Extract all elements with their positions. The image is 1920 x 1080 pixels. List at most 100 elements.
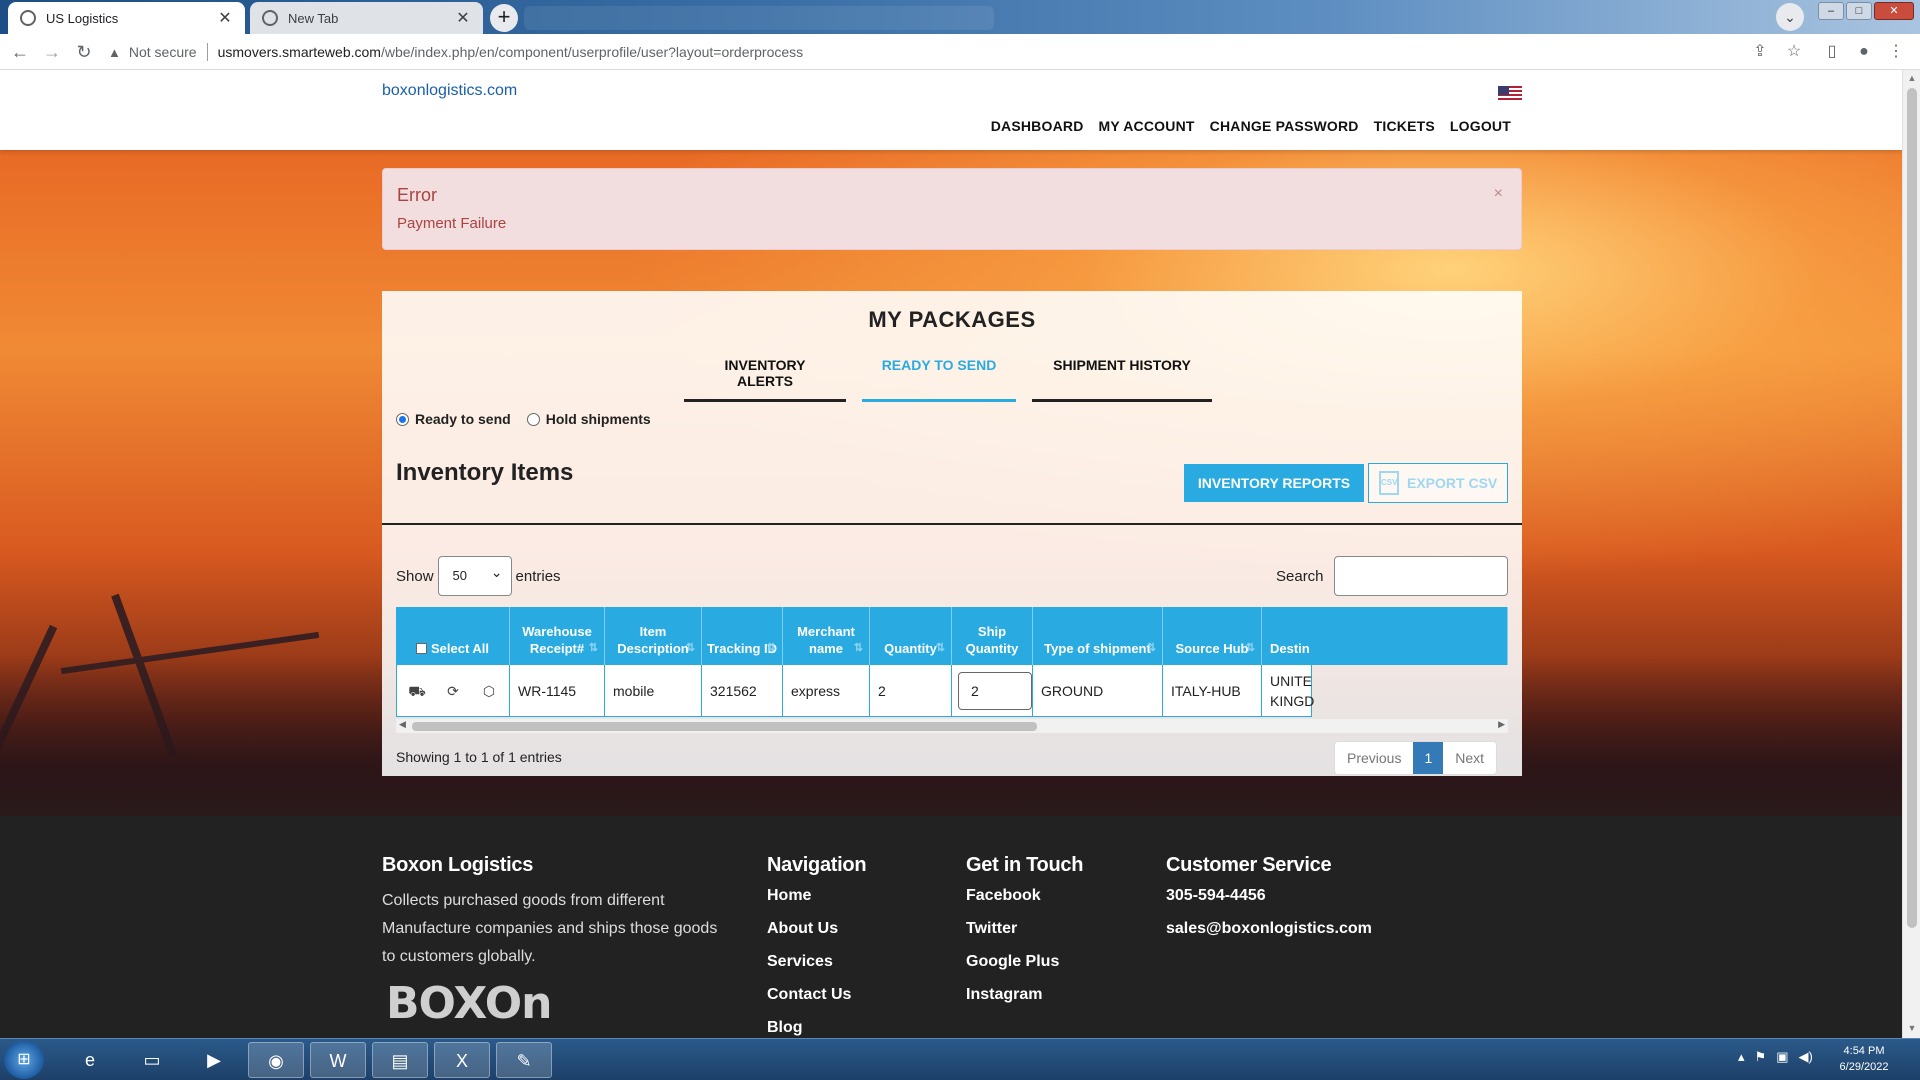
column-item-description[interactable]: Item Description ⇅ <box>605 607 702 665</box>
network-icon[interactable]: ▣ <box>1776 1049 1788 1065</box>
column-destination[interactable]: Destin <box>1262 607 1508 665</box>
globe-icon <box>20 10 36 26</box>
scrollbar-thumb[interactable] <box>412 722 1037 731</box>
scroll-left-icon[interactable]: ◀ <box>399 719 406 730</box>
side-panel-icon[interactable]: ▯ <box>1820 40 1844 64</box>
column-label: Source Hub <box>1175 641 1249 656</box>
tab-ready-to-send[interactable]: READY TO SEND <box>862 353 1016 402</box>
volume-icon[interactable]: ◀) <box>1798 1049 1812 1065</box>
menu-icon[interactable]: ⋮ <box>1884 40 1908 64</box>
radio-button[interactable] <box>526 412 540 426</box>
start-button[interactable]: ⊞ <box>4 1041 44 1079</box>
paint-icon[interactable]: ✎ <box>496 1042 552 1078</box>
nav-logout[interactable]: LOGOUT <box>1450 118 1511 134</box>
reload-icon[interactable]: ↻ <box>72 40 96 64</box>
share-icon[interactable]: ⇪ <box>1748 40 1772 64</box>
minimize-button[interactable]: – <box>1818 2 1844 20</box>
media-player-icon[interactable]: ▶ <box>186 1042 242 1078</box>
folder-icon[interactable]: ▭ <box>124 1042 180 1078</box>
footer-brand: Boxon Logistics Collects purchased goods… <box>382 854 722 971</box>
cell-destination: UNITE KINGD <box>1262 665 1314 717</box>
column-warehouse-receipt[interactable]: Warehouse Receipt# ⇅ <box>510 607 605 665</box>
back-arrow-icon[interactable]: ← <box>8 40 32 64</box>
star-icon[interactable]: ☆ <box>1782 40 1806 64</box>
inventory-reports-button[interactable]: INVENTORY REPORTS <box>1184 464 1364 502</box>
radio-hold-shipments[interactable]: Hold shipments <box>526 411 651 427</box>
truck-icon[interactable]: ⛟ <box>406 681 428 701</box>
footer-link-blog[interactable]: Blog <box>767 1019 866 1038</box>
column-ship-quantity[interactable]: Ship Quantity <box>952 607 1033 665</box>
us-flag-icon[interactable] <box>1498 86 1522 102</box>
scroll-up-icon[interactable]: ▲ <box>1906 73 1918 85</box>
page-1-button[interactable]: 1 <box>1413 742 1444 774</box>
footer-link-about[interactable]: About Us <box>767 920 866 953</box>
internet-explorer-icon[interactable]: e <box>62 1042 118 1078</box>
action-center-icon[interactable]: ⚑ <box>1755 1049 1767 1065</box>
footer-phone[interactable]: 305-594-4456 <box>1166 887 1372 920</box>
chrome-icon[interactable]: ◉ <box>248 1042 304 1078</box>
horizontal-scrollbar[interactable]: ◀ ▶ <box>396 719 1508 733</box>
notepad-icon[interactable]: ▤ <box>372 1042 428 1078</box>
scroll-down-icon[interactable]: ▼ <box>1906 1023 1918 1035</box>
column-type-of-shipment[interactable]: Type of shipment ⇅ <box>1033 607 1163 665</box>
footer-link-contact[interactable]: Contact Us <box>767 986 866 1019</box>
column-tracking-id[interactable]: Tracking ID ⇅ <box>702 607 783 665</box>
url-field[interactable]: ▲ Not secure usmovers.smarteweb.com/wbe/… <box>108 38 1778 66</box>
footer-link-instagram[interactable]: Instagram <box>966 986 1083 1019</box>
radio-button-checked[interactable] <box>396 412 409 426</box>
footer-link-home[interactable]: Home <box>767 887 866 920</box>
clock-date: 6/29/2022 <box>1839 1061 1889 1073</box>
word-icon[interactable]: W <box>310 1042 366 1078</box>
close-icon[interactable]: ✕ <box>455 8 471 28</box>
site-logo[interactable]: boxonlogistics.com <box>382 82 517 100</box>
forward-arrow-icon[interactable]: → <box>40 40 64 64</box>
footer-link-twitter[interactable]: Twitter <box>966 920 1083 953</box>
export-csv-button[interactable]: CSV EXPORT CSV <box>1368 463 1508 503</box>
refresh-box-icon[interactable]: ⟳ <box>442 681 464 701</box>
top-navigation: DASHBOARD MY ACCOUNT CHANGE PASSWORD TIC… <box>991 118 1511 134</box>
package-icon[interactable]: ⬡ <box>478 681 500 701</box>
maximize-button[interactable]: □ <box>1846 2 1872 20</box>
search-input[interactable] <box>1333 556 1508 596</box>
nav-dashboard[interactable]: DASHBOARD <box>991 118 1084 134</box>
tab-shipment-history[interactable]: SHIPMENT HISTORY <box>1032 353 1212 402</box>
entries-select[interactable]: 50 <box>437 553 512 596</box>
footer-link-facebook[interactable]: Facebook <box>966 887 1083 920</box>
taskbar-clock[interactable]: 4:54 PM 6/29/2022 <box>1834 1043 1894 1075</box>
column-quantity[interactable]: Quantity ⇅ <box>870 607 952 665</box>
profile-icon[interactable]: ● <box>1852 40 1876 64</box>
footer-email[interactable]: sales@boxonlogistics.com <box>1166 920 1372 953</box>
scroll-right-icon[interactable]: ▶ <box>1498 719 1505 730</box>
new-tab-button[interactable]: + <box>490 4 518 32</box>
footer-link-google-plus[interactable]: Google Plus <box>966 953 1083 986</box>
nav-change-password[interactable]: CHANGE PASSWORD <box>1210 118 1359 134</box>
column-select-all[interactable]: Select All <box>396 607 510 665</box>
tab-search-icon[interactable]: ⌄ <box>1776 3 1804 31</box>
footer-link-services[interactable]: Services <box>767 953 866 986</box>
radio-ready-to-send[interactable]: Ready to send <box>396 411 511 427</box>
page-scrollbar[interactable]: ▲ ▼ <box>1902 70 1920 1038</box>
scrollbar-thumb[interactable] <box>1907 88 1917 928</box>
nav-my-account[interactable]: MY ACCOUNT <box>1099 118 1195 134</box>
select-all-checkbox[interactable] <box>415 643 427 654</box>
next-page-button[interactable]: Next <box>1443 742 1496 774</box>
nav-tickets[interactable]: TICKETS <box>1374 118 1435 134</box>
table-info: Showing 1 to 1 of 1 entries <box>396 749 562 765</box>
window-close-button[interactable]: ✕ <box>1874 2 1914 20</box>
pagination: Previous 1 Next <box>1334 741 1498 775</box>
tab-inventory-alerts[interactable]: INVENTORY ALERTS <box>684 353 846 402</box>
excel-icon[interactable]: X <box>434 1042 490 1078</box>
cell-merchant: express <box>783 665 870 717</box>
previous-page-button[interactable]: Previous <box>1335 742 1413 774</box>
column-merchant-name[interactable]: Merchant name ⇅ <box>783 607 870 665</box>
table-header: Select All Warehouse Receipt# ⇅ Item Desc… <box>396 607 1508 665</box>
tab-new-tab[interactable]: New Tab ✕ <box>250 2 483 34</box>
ship-quantity-input[interactable]: 2 <box>958 672 1032 710</box>
export-csv-label: EXPORT CSV <box>1407 475 1498 491</box>
tray-expand-icon[interactable]: ▴ <box>1738 1049 1745 1065</box>
sort-icon: ⇅ <box>1245 642 1255 654</box>
close-icon[interactable]: × <box>1494 185 1503 203</box>
column-source-hub[interactable]: Source Hub ⇅ <box>1163 607 1262 665</box>
close-icon[interactable]: ✕ <box>217 8 233 28</box>
tab-us-logistics[interactable]: US Logistics ✕ <box>8 2 245 34</box>
